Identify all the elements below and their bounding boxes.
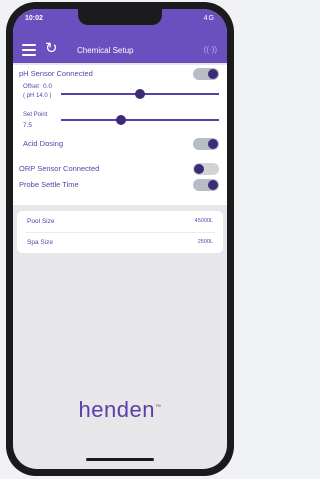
brand-name: henden bbox=[78, 397, 155, 422]
offset-value: 0.0 bbox=[43, 83, 53, 90]
orp-sensor-toggle[interactable] bbox=[193, 163, 219, 175]
offset-slider[interactable] bbox=[61, 89, 219, 99]
page-title: Chemical Setup bbox=[77, 46, 134, 55]
status-time: 10:02 bbox=[25, 15, 43, 22]
wireless-icon[interactable]: ((·)) bbox=[204, 45, 217, 54]
orp-sensor-label: ORP Sensor Connected bbox=[19, 164, 100, 173]
setpoint-value: 7.5 bbox=[23, 122, 33, 129]
probe-settle-toggle[interactable] bbox=[193, 179, 219, 191]
offset-slider-thumb[interactable] bbox=[135, 89, 145, 99]
offset-note: ( pH 14.0 ) bbox=[23, 93, 52, 99]
probe-settle-label: Probe Settle Time bbox=[19, 180, 79, 189]
spa-size-label: Spa Size bbox=[27, 239, 54, 246]
pool-size-label: Pool Size bbox=[27, 218, 55, 225]
ph-sensor-toggle[interactable] bbox=[193, 68, 219, 80]
phone-frame: 10:02 4G ↻ Chemical Setup ((·)) pH Senso… bbox=[6, 2, 234, 476]
acid-dosing-label: Acid Dosing bbox=[23, 139, 64, 148]
brand-mark: ™ bbox=[154, 404, 162, 411]
pool-size-row[interactable]: Pool Size 45000L bbox=[17, 212, 223, 233]
chemical-settings-card: pH Sensor Connected Offset 0.0 ( pH 14.0… bbox=[13, 65, 227, 205]
phone-notch bbox=[78, 9, 162, 25]
refresh-icon[interactable]: ↻ bbox=[45, 41, 58, 57]
app-bar: ↻ Chemical Setup ((·)) bbox=[13, 37, 227, 63]
ph-sensor-label: pH Sensor Connected bbox=[19, 69, 93, 78]
brand-logo: henden™ bbox=[13, 397, 227, 423]
setpoint-slider-thumb[interactable] bbox=[116, 115, 127, 125]
setpoint-slider[interactable] bbox=[61, 115, 219, 125]
pool-size-value: 45000L bbox=[194, 218, 213, 224]
acid-dosing-toggle[interactable] bbox=[193, 138, 219, 150]
size-card: Pool Size 45000L Spa Size 2500L bbox=[17, 211, 223, 253]
menu-icon[interactable] bbox=[22, 44, 36, 56]
spa-size-value: 2500L bbox=[197, 239, 213, 245]
spa-size-row[interactable]: Spa Size 2500L bbox=[17, 233, 223, 253]
signal-status: 4G bbox=[203, 15, 215, 22]
phone-screen: 10:02 4G ↻ Chemical Setup ((·)) pH Senso… bbox=[13, 9, 227, 469]
setpoint-label: Set Point bbox=[23, 112, 48, 118]
offset-label: Offset bbox=[23, 84, 39, 90]
home-indicator[interactable] bbox=[86, 458, 154, 461]
